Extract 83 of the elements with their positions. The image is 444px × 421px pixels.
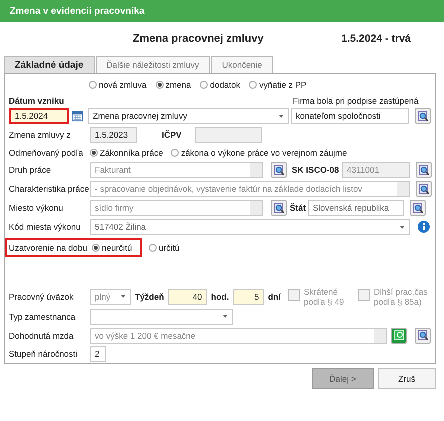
field-label: Miesto výkonu [9, 203, 64, 214]
radio-button[interactable]: vyňatie z PP [249, 80, 307, 90]
field-label: Charakteristika práce [9, 184, 90, 194]
search-icon [274, 164, 284, 176]
text-field[interactable]: - spracovanie objednávok, vystavenie faktúr na základe dodacích listov [90, 181, 410, 198]
dropdown-caret-icon [400, 226, 405, 229]
radio-circle-icon[interactable] [90, 148, 98, 157]
change-type-dropdown[interactable]: Zmena pracovnej zmluvy [88, 108, 289, 124]
field-label: Kód miesta výkonu [9, 222, 82, 232]
form-title: Zmena pracovnej zmluvy [133, 33, 264, 45]
search-icon [274, 202, 284, 214]
dialog-button[interactable]: Zruš [378, 368, 436, 389]
lookup-button[interactable] [416, 181, 432, 198]
radio-circle-icon[interactable] [156, 80, 164, 89]
days-field[interactable]: 5 [233, 288, 264, 305]
field-label: Uzatvorenie na dobu [9, 242, 88, 253]
tab[interactable]: Základné údaje [4, 56, 95, 73]
lookup-button[interactable] [271, 200, 287, 216]
field-label: IČPV [162, 130, 183, 140]
text-field[interactable]: 2 [90, 346, 106, 362]
tab[interactable]: Ukončenie [211, 56, 274, 73]
dropdown-caret-icon [279, 114, 284, 118]
workplace-code-dropdown[interactable]: 517402 Žilina [90, 219, 410, 236]
money-button[interactable] [391, 328, 407, 344]
radio-button[interactable]: určitú [149, 242, 180, 253]
radio-circle-icon[interactable] [149, 244, 157, 252]
date-field: 1.5.2023 [90, 126, 137, 143]
radio-circle-icon[interactable] [171, 148, 180, 157]
unit-label: hod. [211, 292, 230, 302]
window-title: Zmena v evidencii pracovníka [0, 0, 444, 22]
lookup-button[interactable] [410, 200, 426, 216]
dialog-button[interactable]: Ďalej > [312, 368, 374, 389]
radio-label: zmena [166, 80, 192, 90]
workload-dropdown[interactable]: plný [90, 288, 131, 305]
search-icon [418, 110, 428, 122]
field-label: Dohodnutá mzda [9, 330, 75, 341]
text-field[interactable]: Fakturant [90, 162, 263, 178]
field-label: Dátum vzniku [9, 96, 66, 106]
dropdown-caret-icon [223, 315, 228, 318]
lookup-button[interactable] [271, 162, 287, 178]
field-label: Štát [290, 203, 308, 214]
radio-circle-icon[interactable] [92, 244, 100, 252]
field-label: Pracovný úväzok [9, 292, 75, 302]
field-label: Druh práce [9, 165, 52, 176]
text-field[interactable]: konateľom spoločnosti [291, 108, 409, 124]
search-icon [418, 184, 430, 195]
radio-button[interactable]: zmena [156, 80, 192, 90]
tab[interactable]: Ďalšie náležitosti zmluvy [96, 56, 210, 73]
radio-label: vyňatie z PP [259, 80, 307, 90]
radio-circle-icon[interactable] [89, 80, 97, 89]
lookup-button[interactable] [415, 108, 431, 124]
period-text: 1.5.2024 - trvá [342, 33, 411, 45]
lookup-button[interactable] [416, 162, 432, 178]
date-field[interactable]: 1.5.2024 [9, 108, 69, 124]
money-icon [394, 330, 404, 342]
search-icon [412, 202, 424, 214]
lookup-button[interactable] [415, 328, 431, 344]
radio-button[interactable]: neurčitú [92, 242, 132, 253]
text-field[interactable]: Slovenská republika [308, 200, 404, 216]
field-label: Typ zamestnanca [9, 312, 77, 322]
radio-label: dodatok [210, 80, 240, 90]
field-label: Stupeň náročnosti [9, 348, 79, 359]
field-label: SK ISCO-08 [292, 165, 340, 176]
radio-circle-icon[interactable] [200, 80, 208, 89]
radio-label: určitú [159, 242, 180, 253]
radio-label: nová zmluva [99, 80, 147, 90]
search-icon [418, 330, 428, 342]
search-icon [418, 164, 430, 176]
dropdown-caret-icon [121, 295, 126, 298]
text-field[interactable]: sídlo firmy [90, 200, 263, 216]
field-label: Odmeňovaný podľa [9, 148, 84, 158]
radio-label: neurčitú [102, 242, 132, 253]
radio-button[interactable]: nová zmluva [89, 80, 147, 90]
calendar-icon[interactable] [72, 110, 83, 122]
hours-field[interactable]: 40 [168, 288, 208, 305]
info-icon[interactable] [418, 221, 430, 234]
field-label: Týždeň [135, 292, 164, 302]
text-field[interactable]: vo výške 1 200 € mesačne [90, 328, 387, 344]
field-label: Firma bola pri podpise zastúpená [293, 96, 420, 106]
field-label: Zmena zmluvy z [9, 130, 72, 140]
radio-button[interactable]: dodatok [200, 80, 240, 90]
radio-circle-icon[interactable] [249, 80, 258, 89]
unit-label: dní [268, 292, 281, 302]
